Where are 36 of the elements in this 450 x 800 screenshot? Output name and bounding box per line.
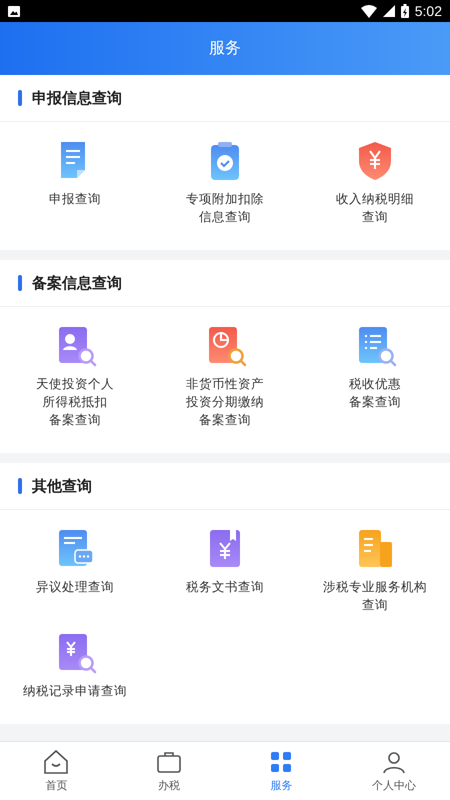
battery-icon [400,4,409,18]
section-title: 备案信息查询 [32,274,122,292]
section-marker [18,478,22,494]
service-label[interactable]: 备案查询 [49,411,101,429]
service-label[interactable]: 非货币性资产 [186,375,264,393]
service-label[interactable]: 信息查询 [199,208,251,226]
service-label[interactable]: 天使投资个人 [36,375,114,393]
home-icon [42,749,70,775]
section-marker [18,275,22,291]
service-label[interactable]: 查询 [362,208,388,226]
tab-item[interactable]: 服务 [225,742,338,800]
service-label[interactable]: 投资分期缴纳 [186,393,264,411]
section-title: 其他查询 [32,476,92,496]
service-label[interactable]: 备案查询 [349,393,401,411]
section-marker [18,90,22,106]
section-title: 申报信息查询 [32,88,122,108]
service-label[interactable]: 涉税专业服务机构 [323,578,427,596]
service-label[interactable]: 申报查询 [49,190,101,208]
status-time: 5:02 [414,3,442,19]
service-label[interactable]: 查询 [362,596,388,614]
service-label[interactable]: 备案查询 [199,411,251,429]
image-icon [8,6,20,16]
briefcase-icon [154,749,183,775]
tab-item[interactable]: 首页 [0,742,112,800]
wifi-icon [360,4,377,18]
service-label[interactable]: 异议处理查询 [36,578,114,596]
service-label[interactable]: 纳税记录申请查询 [23,682,127,700]
service-label[interactable]: 收入纳税明细 [336,190,414,208]
signal-icon [382,5,395,17]
service-label[interactable]: 专项附加扣除 [186,190,264,208]
service-label[interactable]: 税收优惠 [349,375,401,393]
service-label[interactable]: 税务文书查询 [186,578,264,596]
page-title: 服务 [209,38,241,59]
tab-item[interactable]: 办税 [112,742,225,800]
tab-item[interactable]: 个人中心 [338,742,450,800]
service-label[interactable]: 所得税抵扣 [42,393,108,411]
